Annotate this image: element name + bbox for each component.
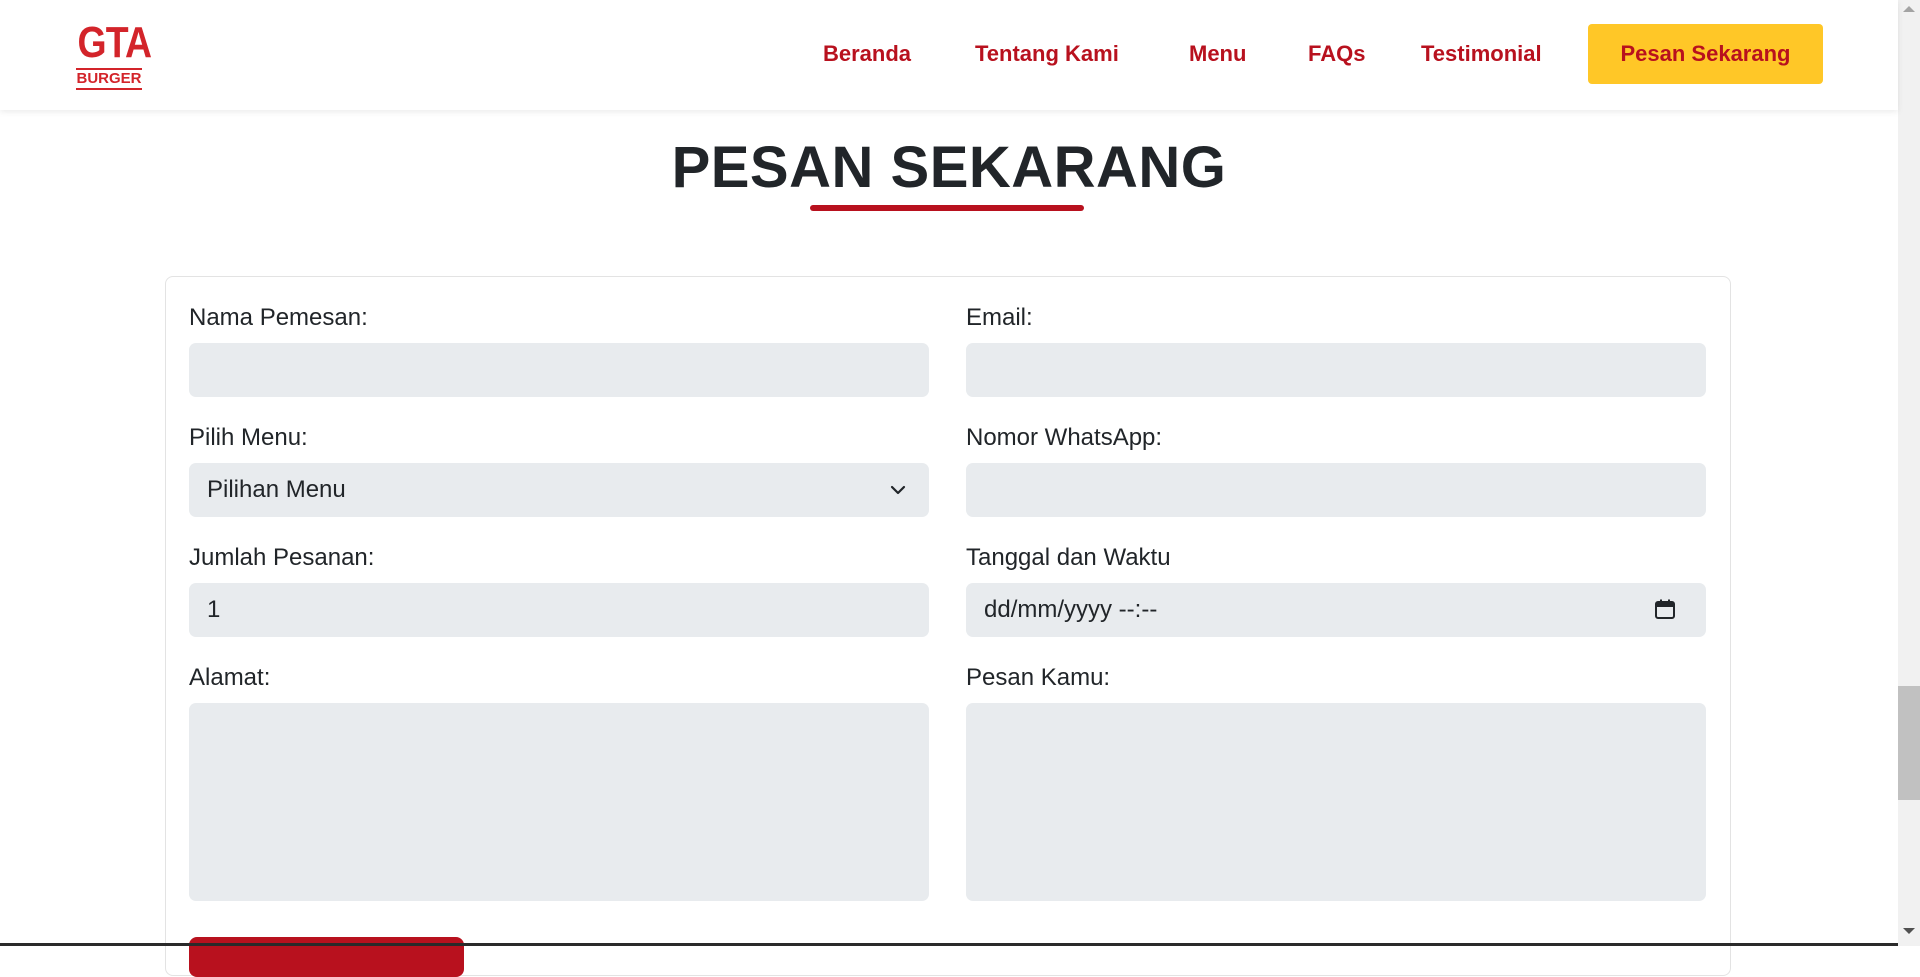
whatsapp-label: Nomor WhatsApp: bbox=[966, 424, 1163, 451]
whatsapp-field[interactable] bbox=[966, 463, 1706, 517]
name-field[interactable] bbox=[189, 343, 929, 397]
nav-link-testimonial[interactable]: Testimonial bbox=[1421, 40, 1542, 68]
title-underline bbox=[810, 205, 1084, 211]
menu-select[interactable]: Pilihan Menu bbox=[189, 463, 929, 517]
menu-label: Pilih Menu: bbox=[189, 424, 308, 451]
chevron-down-icon bbox=[889, 481, 907, 499]
message-label: Pesan Kamu: bbox=[966, 664, 1111, 691]
menu-select-value: Pilihan Menu bbox=[207, 476, 346, 503]
logo-wordmark: GTA bbox=[77, 18, 152, 67]
nav-link-beranda[interactable]: Beranda bbox=[823, 40, 911, 68]
scroll-up-icon[interactable] bbox=[1903, 6, 1915, 12]
message-textarea[interactable] bbox=[966, 703, 1706, 901]
brand-logo[interactable]: GTA BURGER bbox=[72, 18, 152, 90]
calendar-icon[interactable] bbox=[1654, 598, 1676, 620]
scrollbar-track[interactable] bbox=[1898, 0, 1920, 946]
logo-subtitle: BURGER bbox=[76, 70, 142, 87]
nav-link-faqs[interactable]: FAQs bbox=[1308, 40, 1365, 68]
quantity-field[interactable] bbox=[189, 583, 929, 637]
address-textarea[interactable] bbox=[189, 703, 929, 901]
email-label: Email: bbox=[966, 304, 1033, 331]
name-label: Nama Pemesan: bbox=[189, 304, 368, 331]
nav-link-tentang-kami[interactable]: Tentang Kami bbox=[975, 40, 1119, 68]
page-title: PESAN SEKARANG bbox=[671, 135, 1227, 200]
scrollbar-thumb[interactable] bbox=[1898, 686, 1920, 800]
order-now-button[interactable]: Pesan Sekarang bbox=[1588, 24, 1823, 84]
scroll-down-icon[interactable] bbox=[1903, 928, 1915, 934]
datetime-placeholder: dd/mm/yyyy --:-- bbox=[984, 596, 1158, 623]
datetime-label: Tanggal dan Waktu bbox=[966, 544, 1171, 571]
email-field[interactable] bbox=[966, 343, 1706, 397]
quantity-label: Jumlah Pesanan: bbox=[189, 544, 375, 571]
datetime-field[interactable]: dd/mm/yyyy --:-- bbox=[966, 583, 1706, 637]
address-label: Alamat: bbox=[189, 664, 271, 691]
logo-divider bbox=[76, 88, 142, 90]
nav-link-menu[interactable]: Menu bbox=[1189, 40, 1246, 68]
navbar: GTA BURGER Beranda Tentang Kami Menu FAQ… bbox=[0, 0, 1898, 110]
